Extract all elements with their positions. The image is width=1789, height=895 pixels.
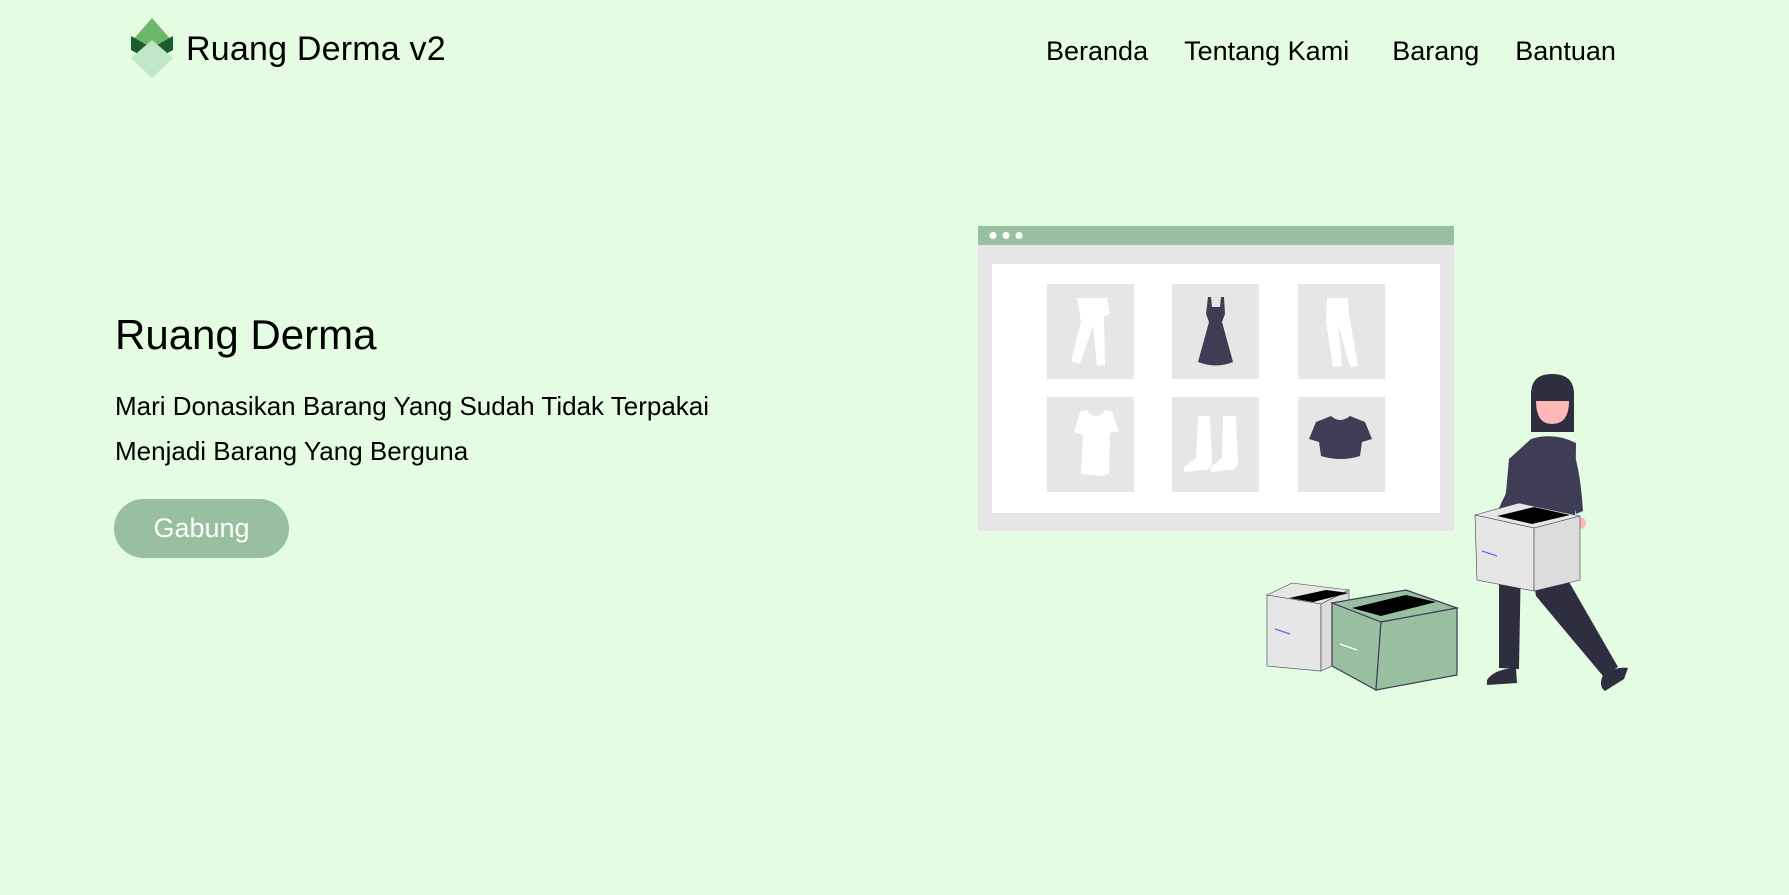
page: Ruang Derma v2 Beranda Tentang Kami Bara… (0, 0, 1789, 895)
hero-subtitle: Mari Donasikan Barang Yang Sudah Tidak T… (115, 391, 710, 466)
nav-item-beranda[interactable]: Beranda (1046, 38, 1148, 65)
brand-name: Ruang Derma v2 (186, 30, 446, 68)
main-nav: Beranda Tentang Kami Barang Bantuan (1046, 38, 1616, 65)
diamond-logo-icon (131, 18, 173, 78)
brand-link[interactable]: Ruang Derma v2 (131, 18, 446, 78)
nav-item-tentang-kami[interactable]: Tentang Kami (1184, 38, 1349, 65)
browser-window-illustration (978, 226, 1454, 531)
hero-title: Ruang Derma (115, 311, 377, 358)
nav-item-barang[interactable]: Barang (1392, 38, 1479, 65)
person-illustration (1474, 374, 1628, 691)
nav-item-bantuan[interactable]: Bantuan (1515, 38, 1616, 65)
join-button[interactable]: Gabung (114, 499, 289, 558)
hero-illustration (978, 226, 1628, 691)
box-green-illustration (1329, 589, 1460, 691)
